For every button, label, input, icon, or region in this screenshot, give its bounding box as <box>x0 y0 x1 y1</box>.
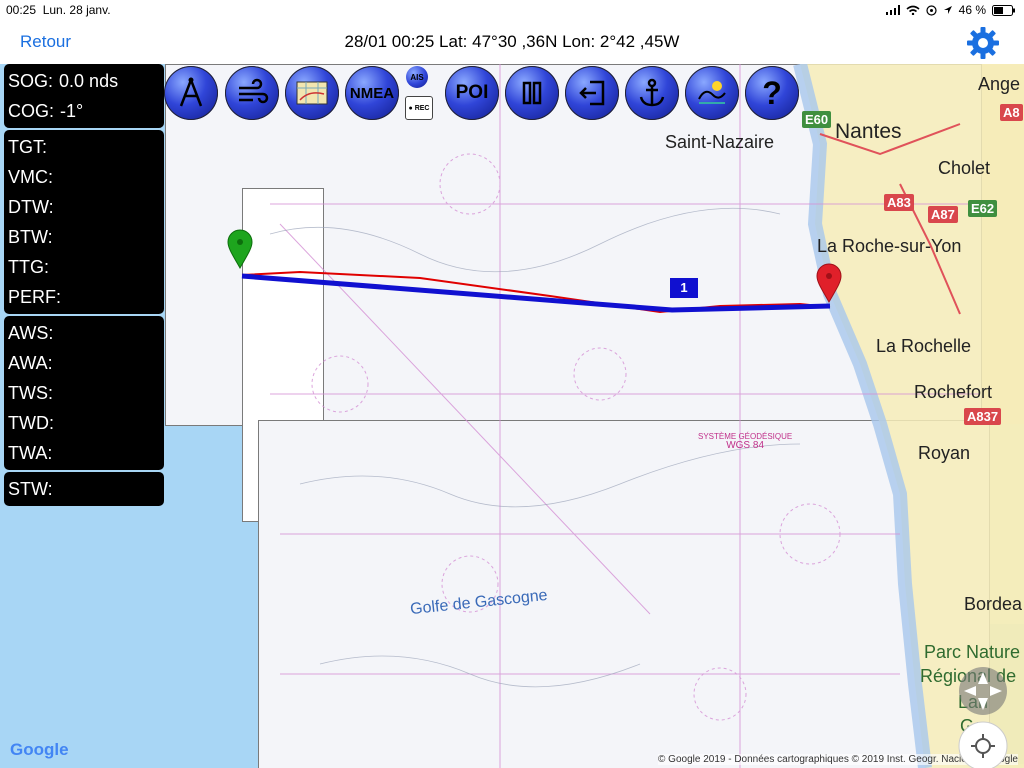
instrument-sog: SOG: 0.0 nds <box>8 71 119 91</box>
position-title: 28/01 00:25 Lat: 47°30 ,36N Lon: 2°42 ,4… <box>344 32 680 51</box>
pause-icon <box>522 81 542 105</box>
instrument-label: TWD <box>8 413 49 433</box>
instrument-btw: BTW: <box>8 227 53 247</box>
battery-percent: 46 % <box>958 3 986 17</box>
instrument-value: 0.0 nds <box>59 71 119 91</box>
battery-icon <box>992 4 1015 16</box>
instrument-twa: TWA: <box>8 443 53 463</box>
navigation-arrow-icon <box>943 6 952 14</box>
instrument-ttg: TTG: <box>8 257 50 277</box>
instrument-aws: AWS: <box>8 323 54 343</box>
city-label: Ange <box>978 74 1021 94</box>
wind-icon <box>239 78 269 104</box>
road-badge: A87 <box>928 206 958 223</box>
nmea-button[interactable]: NMEA <box>345 66 399 120</box>
location-control[interactable] <box>958 664 1008 768</box>
signal-icon <box>885 5 900 15</box>
road-badge: E60 <box>802 111 832 128</box>
instrument-panel: SOG: 0.0 nds COG: -1° TGT: VMC: DTW: BTW: TTG: P… <box>4 64 164 508</box>
instrument-label: SOG <box>8 71 49 91</box>
anchor-button[interactable] <box>625 66 679 120</box>
speed-course-group: SOG: 0.0 nds COG: -1° <box>4 64 164 128</box>
city-label: Bordea <box>964 594 1023 614</box>
instrument-cog: COG: -1° <box>8 101 84 121</box>
map-icon <box>296 81 328 105</box>
record-button[interactable]: ● REC <box>405 96 433 120</box>
instrument-tws: TWS: <box>8 383 54 403</box>
divider-tool-button[interactable] <box>164 66 218 120</box>
location-status-icon <box>926 4 937 16</box>
city-label: Nantes <box>835 120 902 143</box>
city-label: Cholet <box>938 158 991 178</box>
city-label: Saint-Nazaire <box>665 132 775 152</box>
settings-gear-icon[interactable] <box>966 26 1000 60</box>
start-pin-icon <box>227 229 253 270</box>
clock-time: 00:25 <box>6 3 37 17</box>
status-indicators: 46 % <box>885 3 1016 17</box>
city-label: Rochefort <box>914 382 993 402</box>
poi-button[interactable]: POI <box>445 66 499 120</box>
ais-button[interactable]: AIS <box>406 66 428 88</box>
exit-button[interactable] <box>565 66 619 120</box>
geodetic-system-label: SYSTÈME GÉODÉSIQUE WGS 84 <box>698 432 793 451</box>
water-speed-group: STW: <box>4 472 164 506</box>
pause-button[interactable] <box>505 66 559 120</box>
instrument-twd: TWD: <box>8 413 54 433</box>
weather-icon <box>698 81 726 104</box>
instrument-label: VMC <box>8 167 48 187</box>
instrument-label: AWA <box>8 353 48 373</box>
instrument-awa: AWA: <box>8 353 53 373</box>
weather-button[interactable] <box>685 66 739 120</box>
road-badge: A83 <box>884 194 914 211</box>
status-time: 00:25 Lun. 28 janv. <box>6 3 111 17</box>
instrument-label: TWS <box>8 383 48 403</box>
clock-date: Lun. 28 janv. <box>42 3 111 17</box>
instrument-label: COG <box>8 101 50 121</box>
target-group: TGT: VMC: DTW: BTW: TTG: PERF: <box>4 130 164 314</box>
instrument-label: BTW <box>8 227 48 247</box>
instrument-tgt: TGT: <box>8 137 48 157</box>
instrument-label: STW <box>8 479 48 499</box>
chart-button[interactable] <box>285 66 339 120</box>
instrument-dtw: DTW: <box>8 197 54 217</box>
instrument-label: AWS <box>8 323 49 343</box>
instrument-vmc: VMC: <box>8 167 54 187</box>
road-badge: A8 <box>1000 104 1023 121</box>
instrument-label: TWA <box>8 443 48 463</box>
instrument-label: DTW <box>8 197 49 217</box>
city-label: La Roche-sur-Yon <box>817 236 962 256</box>
instrument-stw: STW: <box>8 479 53 499</box>
anchor-icon <box>639 78 665 107</box>
instrument-label: TTG <box>8 257 44 277</box>
city-label: La Rochelle <box>876 336 972 356</box>
instrument-label: PERF <box>8 287 57 307</box>
instrument-label: TGT <box>8 137 42 157</box>
wind-button[interactable] <box>225 66 279 120</box>
road-badge: E62 <box>968 200 998 217</box>
compass-divider-icon <box>179 77 203 107</box>
navigation-bar: Retour 28/01 00:25 Lat: 47°30 ,36N Lon: … <box>0 20 1024 64</box>
instrument-perf: PERF: <box>8 287 62 307</box>
waypoint-marker[interactable]: 1 <box>670 278 698 298</box>
help-button[interactable]: ? <box>745 66 799 120</box>
road-badge: A837 <box>964 408 1002 425</box>
status-bar: 00:25 Lun. 28 janv. 46 % <box>0 0 1024 20</box>
wind-group: AWS: AWA: TWS: TWD: TWA: <box>4 316 164 470</box>
city-label: Royan <box>918 443 971 463</box>
wifi-icon <box>906 5 920 15</box>
google-logo: Google <box>10 740 69 759</box>
park-label: Parc Nature <box>924 642 1021 662</box>
exit-icon <box>579 80 605 106</box>
instrument-value: -1° <box>60 101 84 121</box>
